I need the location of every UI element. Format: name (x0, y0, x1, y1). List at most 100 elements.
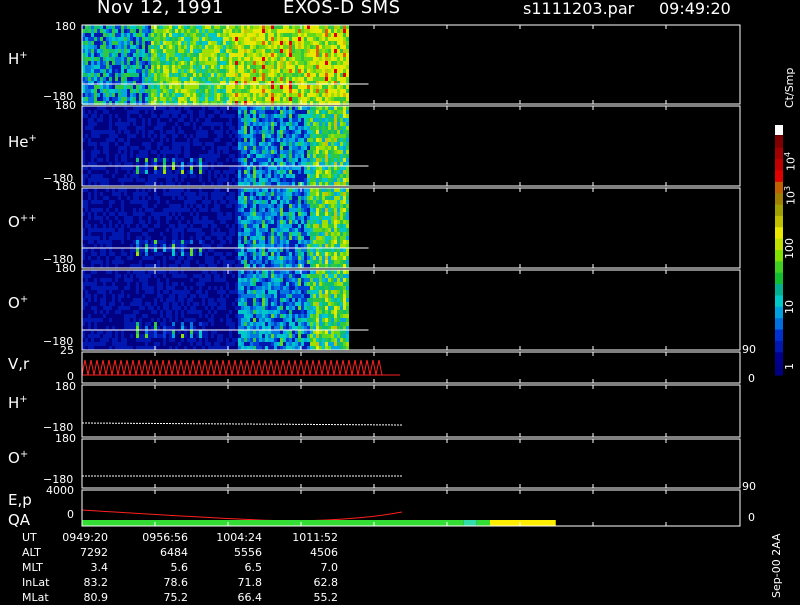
heatmap-cell (283, 41, 286, 45)
heatmap-cell (343, 33, 346, 37)
heatmap-cell (100, 264, 103, 268)
heatmap-cell (229, 146, 232, 150)
heatmap-cell (124, 73, 127, 77)
heatmap-cell (274, 97, 277, 101)
heatmap-cell (157, 61, 160, 65)
heatmap-cell (325, 166, 328, 170)
heatmap-cell (187, 130, 190, 134)
heatmap-cell (346, 122, 349, 126)
heatmap-cell (157, 25, 160, 29)
heatmap-cell (280, 126, 283, 130)
heatmap-cell (109, 174, 112, 178)
heatmap-cell (145, 264, 148, 268)
heatmap-cell (154, 236, 157, 240)
heatmap-cell (142, 182, 145, 186)
heatmap-cell (325, 174, 328, 178)
heatmap-cell (223, 200, 226, 204)
heatmap-cell (271, 200, 274, 204)
heatmap-cell (88, 25, 91, 29)
heatmap-cell (340, 118, 343, 122)
heatmap-cell (202, 45, 205, 49)
heatmap-cell (322, 69, 325, 73)
heatmap-cell (100, 228, 103, 232)
heatmap-cell (286, 150, 289, 154)
heatmap-cell (274, 93, 277, 97)
heatmap-cell (331, 174, 334, 178)
heatmap-cell (115, 192, 118, 196)
heatmap-cell (175, 240, 178, 244)
heatmap-cell (346, 49, 349, 53)
heatmap-cell (145, 196, 148, 200)
heatmap-cell (178, 208, 181, 212)
heatmap-cell (205, 118, 208, 122)
heatmap-cell (217, 85, 220, 89)
heatmap-cell (160, 150, 163, 154)
heatmap-cell (121, 77, 124, 81)
heatmap-cell (199, 33, 202, 37)
heatmap-cell (319, 53, 322, 57)
heatmap-cell (259, 252, 262, 256)
heatmap-cell (142, 166, 145, 170)
heatmap-cell (121, 256, 124, 260)
heatmap-cell (214, 158, 217, 162)
heatmap-cell (199, 118, 202, 122)
heatmap-cell (259, 106, 262, 110)
heatmap-cell (334, 114, 337, 118)
heatmap-cell (256, 77, 259, 81)
heatmap-cell (262, 220, 265, 224)
heatmap-cell (130, 134, 133, 138)
heatmap-cell (106, 264, 109, 268)
heatmap-cell (250, 228, 253, 232)
heatmap-cell (121, 25, 124, 29)
heatmap-cell (298, 150, 301, 154)
heatmap-cell (94, 178, 97, 182)
heatmap-cell (289, 240, 292, 244)
heatmap-cell (310, 97, 313, 101)
heatmap-cell (187, 69, 190, 73)
heatmap-cell (211, 110, 214, 114)
heatmap-cell (193, 57, 196, 61)
heatmap-cell (214, 97, 217, 101)
heatmap-cell (160, 25, 163, 29)
heatmap-cell (343, 73, 346, 77)
heatmap-cell (205, 138, 208, 142)
heatmap-cell (268, 106, 271, 110)
heatmap-cell (238, 126, 241, 130)
heatmap-cell (181, 264, 184, 268)
heatmap-cell (142, 188, 145, 192)
heatmap-cell (214, 236, 217, 240)
heatmap-cell (232, 41, 235, 45)
heatmap-cell (115, 232, 118, 236)
heatmap-cell (235, 216, 238, 220)
heatmap-cell (85, 89, 88, 93)
heatmap-cell (232, 158, 235, 162)
heatmap-cell (304, 146, 307, 150)
heatmap-cell (97, 196, 100, 200)
heatmap-cell (154, 69, 157, 73)
heatmap-cell (166, 85, 169, 89)
heatmap-cell (235, 150, 238, 154)
heatmap-cell (94, 204, 97, 208)
heatmap-cell (214, 200, 217, 204)
heatmap-cell (259, 57, 262, 61)
heatmap-cell (178, 134, 181, 138)
heatmap-cell (85, 204, 88, 208)
heatmap-cell (241, 174, 244, 178)
heatmap-cell (130, 37, 133, 41)
heatmap-cell (154, 174, 157, 178)
heatmap-cell (190, 204, 193, 208)
heatmap-cell (256, 192, 259, 196)
heatmap-cell (286, 29, 289, 33)
heatmap-cell (328, 142, 331, 146)
heatmap-cell (274, 106, 277, 110)
heatmap-cell (271, 118, 274, 122)
heatmap-cell (259, 93, 262, 97)
heatmap-cell (205, 260, 208, 264)
heatmap-cell (340, 150, 343, 154)
heatmap-cell (241, 41, 244, 45)
heatmap-cell (175, 228, 178, 232)
heatmap-cell (175, 106, 178, 110)
heatmap-cell (151, 162, 154, 166)
heatmap-cell (142, 126, 145, 130)
heatmap-cell (106, 33, 109, 37)
